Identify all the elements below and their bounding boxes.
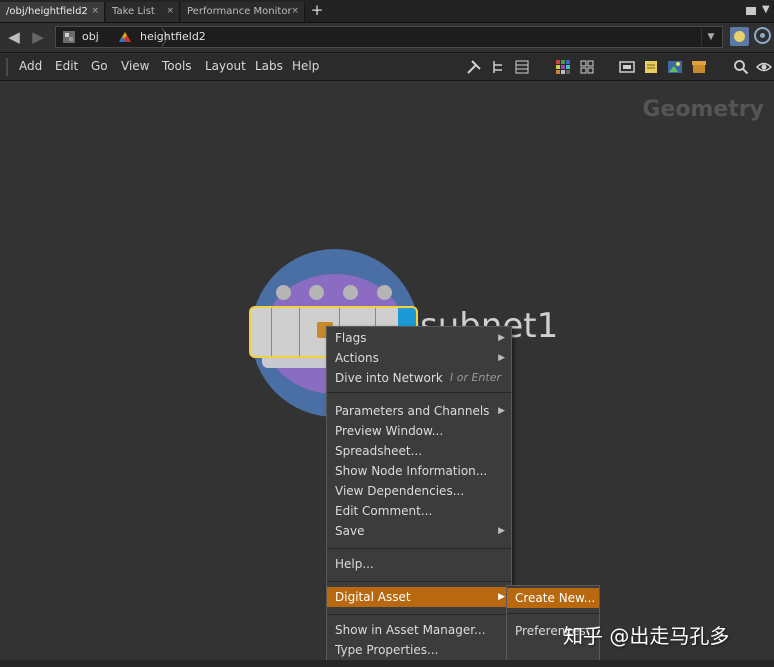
digital-asset-icon[interactable] <box>691 59 707 75</box>
menu-item-spreadsheet[interactable]: Spreadsheet... <box>327 441 511 461</box>
tab-take-list[interactable]: Take List × <box>106 2 180 22</box>
tab-performance-monitor[interactable]: Performance Monitor × <box>181 2 305 22</box>
toolbar-grip <box>6 58 8 76</box>
tab-obj-heightfield2[interactable]: /obj/heightfield2 × <box>0 2 105 22</box>
tab-label: Take List <box>112 6 155 17</box>
menu-go[interactable]: Go <box>91 59 108 73</box>
pin-pane-icon[interactable] <box>730 27 749 46</box>
menu-add[interactable]: Add <box>19 59 42 73</box>
menu-item-label: Show in Asset Manager... <box>335 623 486 637</box>
menu-item-actions[interactable]: Actions ▶ <box>327 348 511 368</box>
network-context-label: Geometry <box>642 97 764 122</box>
menu-separator <box>327 548 511 549</box>
network-box-icon[interactable] <box>619 59 635 75</box>
menu-labs[interactable]: Labs <box>255 59 283 73</box>
input-connector[interactable] <box>276 285 291 300</box>
input-connector[interactable] <box>377 285 392 300</box>
menu-separator <box>327 614 511 615</box>
network-menu-bar: Add Edit Go View Tools Layout Labs Help <box>0 54 774 81</box>
menu-item-label: Actions <box>335 351 379 365</box>
menu-item-label: Preview Window... <box>335 424 444 438</box>
menu-item-save[interactable]: Save ▶ <box>327 521 511 541</box>
watermark: 知乎 @出走马孔多 <box>563 624 730 648</box>
menu-item-digital-asset[interactable]: Digital Asset ▶ <box>327 587 511 607</box>
image-background-icon[interactable] <box>667 59 683 75</box>
node-stripe <box>299 308 300 356</box>
back-arrow-icon[interactable]: ◀ <box>5 28 23 46</box>
search-icon[interactable] <box>733 59 749 75</box>
submenu-arrow-icon: ▶ <box>498 526 505 536</box>
submenu-arrow-icon: ▶ <box>498 353 505 363</box>
menu-separator <box>507 613 599 614</box>
menu-item-label: Parameters and Channels <box>335 404 490 418</box>
menu-item-view-dependencies[interactable]: View Dependencies... <box>327 481 511 501</box>
network-path-field[interactable]: obj heightfield2 ▼ <box>55 26 723 48</box>
tab-label: Performance Monitor <box>187 6 292 17</box>
submenu-arrow-icon: ▶ <box>498 592 505 602</box>
path-segment-obj[interactable]: obj <box>82 30 99 43</box>
menu-item-label: Show Node Information... <box>335 464 488 478</box>
menu-item-label: Digital Asset <box>335 590 411 604</box>
grid-shapes-icon[interactable] <box>579 59 595 75</box>
menu-item-help[interactable]: Help... <box>327 554 511 574</box>
link-pane-icon[interactable] <box>754 27 771 44</box>
menu-item-shortcut: I or Enter <box>449 371 501 384</box>
menu-item-show-in-asset-manager[interactable]: Show in Asset Manager... <box>327 620 511 640</box>
menu-item-dive-into-network[interactable]: Dive into Network I or Enter <box>327 368 511 388</box>
menu-help[interactable]: Help <box>292 59 319 73</box>
menu-layout[interactable]: Layout <box>205 59 246 73</box>
submenu-arrow-icon: ▶ <box>498 406 505 416</box>
pane-tab-bar: /obj/heightfield2 × Take List × Performa… <box>0 0 774 23</box>
color-palette-icon[interactable] <box>555 59 571 75</box>
menu-item-label: View Dependencies... <box>335 484 465 498</box>
tab-label: /obj/heightfield2 <box>6 6 88 17</box>
path-bar: ◀ ▶ obj heightfield2 ▼ <box>0 23 774 53</box>
maximize-pane-icon[interactable] <box>746 7 756 15</box>
display-options-eye-icon[interactable] <box>756 59 772 75</box>
bottom-edge <box>0 660 774 667</box>
menu-item-type-properties[interactable]: Type Properties... <box>327 640 511 660</box>
sticky-note-icon[interactable] <box>643 59 659 75</box>
menu-item-label: Edit Comment... <box>335 504 433 518</box>
input-connector[interactable] <box>309 285 324 300</box>
close-icon[interactable]: × <box>91 2 99 21</box>
path-segment-heightfield2[interactable]: heightfield2 <box>140 30 206 43</box>
menu-tools[interactable]: Tools <box>162 59 192 73</box>
add-tab-icon[interactable]: + <box>308 1 326 21</box>
menu-item-label: Help... <box>335 557 374 571</box>
submenu-arrow-icon: ▶ <box>498 333 505 343</box>
menu-item-edit-comment[interactable]: Edit Comment... <box>327 501 511 521</box>
node-stripe <box>271 308 272 356</box>
tools-wrench-icon[interactable] <box>466 59 482 75</box>
menu-item-preview-window[interactable]: Preview Window... <box>327 421 511 441</box>
menu-item-label: Type Properties... <box>335 643 439 657</box>
close-icon[interactable]: × <box>291 2 299 21</box>
input-connector[interactable] <box>343 285 358 300</box>
menu-separator <box>327 392 511 393</box>
menu-view[interactable]: View <box>121 59 149 73</box>
menu-item-parameters-and-channels[interactable]: Parameters and Channels ▶ <box>327 401 511 421</box>
obj-network-icon <box>63 31 75 43</box>
menu-separator <box>327 581 511 582</box>
menu-item-label: Flags <box>335 331 367 345</box>
tree-view-icon[interactable] <box>490 59 506 75</box>
menu-edit[interactable]: Edit <box>55 59 78 73</box>
node-context-menu: Flags ▶ Actions ▶ Dive into Network I or… <box>326 326 512 667</box>
close-icon[interactable]: × <box>166 2 174 21</box>
forward-arrow-icon[interactable]: ▶ <box>29 28 47 46</box>
menu-item-label: Spreadsheet... <box>335 444 423 458</box>
heightfield-icon <box>119 32 131 42</box>
menu-item-label: Dive into Network <box>335 371 443 385</box>
menu-item-create-new[interactable]: Create New... <box>507 588 599 608</box>
menu-item-flags[interactable]: Flags ▶ <box>327 328 511 348</box>
menu-item-show-node-information[interactable]: Show Node Information... <box>327 461 511 481</box>
list-view-icon[interactable] <box>514 59 530 75</box>
menu-item-label: Save <box>335 524 365 538</box>
path-dropdown-icon[interactable]: ▼ <box>701 28 720 46</box>
pane-menu-arrow-icon[interactable]: ▼ <box>762 4 770 15</box>
